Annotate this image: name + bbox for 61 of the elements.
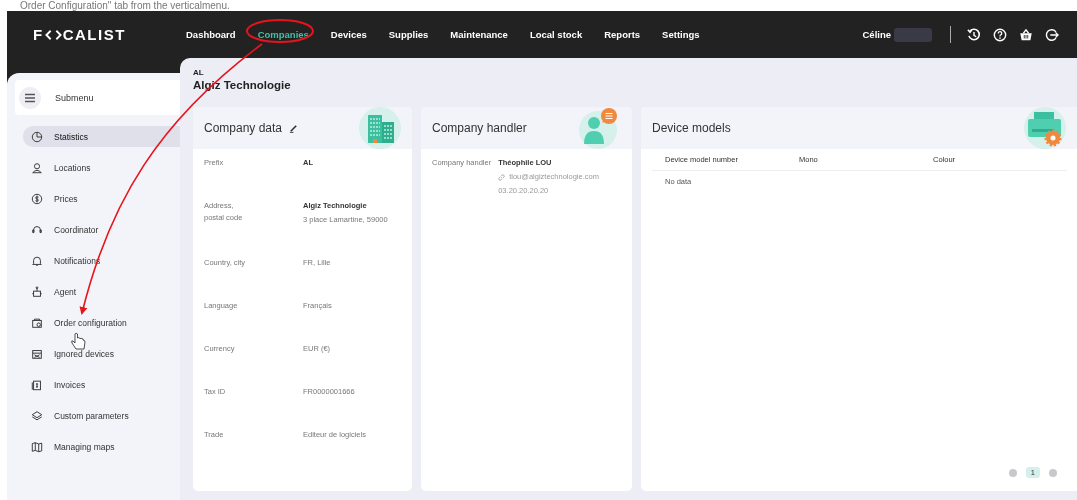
history-icon[interactable]	[967, 27, 981, 42]
menu-item-label: Agent	[54, 286, 77, 297]
sidebar-item[interactable]: Ignored devices	[23, 343, 180, 364]
nav-link[interactable]: Dashboard	[186, 26, 236, 43]
submenu-label: Submenu	[55, 92, 94, 103]
caption-text: Order Configuration" tab from the verticalmenu.	[19, 0, 231, 11]
menu-icon[interactable]	[19, 86, 41, 109]
menu-item-icon	[31, 316, 43, 329]
menu-item-icon	[31, 378, 43, 391]
link-icon	[498, 173, 506, 181]
edit-icon[interactable]	[289, 123, 299, 133]
help-icon[interactable]	[993, 27, 1007, 42]
menu-item-icon	[31, 130, 43, 143]
card-title: Company handler	[432, 121, 527, 135]
sidebar-item[interactable]: Locations	[23, 157, 180, 178]
menu-item-icon	[31, 440, 43, 453]
menu-item-label: Coordinator	[54, 224, 99, 235]
menu-item-label: Statistics	[54, 131, 88, 142]
menu-item-icon	[31, 223, 43, 236]
company-prefix: AL	[193, 68, 205, 77]
menu-item-label: Ignored devices	[54, 348, 114, 359]
card-title: Company data	[204, 121, 283, 135]
sidebar-item[interactable]: Prices	[23, 188, 180, 209]
hand-cursor-icon	[71, 332, 86, 350]
redacted-name	[894, 27, 932, 42]
nav-link[interactable]: Supplies	[388, 26, 429, 43]
logout-icon[interactable]	[1045, 27, 1059, 42]
menu-item-label: Locations	[54, 162, 91, 173]
menu-item-label: Prices	[54, 193, 78, 204]
menu-item-icon	[31, 285, 43, 298]
sidebar-item[interactable]: Managing maps	[23, 436, 180, 457]
sidebar-item[interactable]: Order configuration	[23, 312, 180, 333]
menu-item-label: Custom parameters	[54, 410, 129, 421]
menu-item-icon	[31, 192, 43, 205]
nav-link[interactable]: Devices	[330, 26, 367, 43]
menu-item-label: Managing maps	[54, 441, 115, 452]
nav-link[interactable]: Maintenance	[450, 26, 508, 43]
chevrons-icon	[44, 28, 62, 41]
logo-text: CALIST	[62, 26, 126, 43]
submenu-header[interactable]: Submenu	[15, 80, 180, 115]
nav-link[interactable]: Companies	[257, 26, 309, 43]
highlight-ellipse	[246, 19, 314, 43]
menu-item-icon	[31, 161, 43, 174]
nav-link[interactable]: Reports	[604, 26, 641, 43]
nav-link[interactable]: Settings	[662, 26, 700, 43]
sidebar-item[interactable]: Invoices	[23, 374, 180, 395]
menu-item-label: Invoices	[54, 379, 86, 390]
sidebar-item[interactable]: Custom parameters	[23, 405, 180, 426]
menu-item-icon	[31, 409, 43, 422]
sidebar-item[interactable]: Statistics	[23, 126, 180, 147]
menu-item-label: Order configuration	[54, 317, 127, 328]
user-name[interactable]: Céline	[862, 29, 891, 40]
sidebar-item[interactable]: Coordinator	[23, 219, 180, 240]
card-title: Device models	[652, 121, 731, 135]
sidebar-item[interactable]: Agent	[23, 281, 180, 302]
menu-item-icon	[31, 254, 43, 267]
basket-icon[interactable]	[1019, 27, 1033, 42]
menu-item-icon	[31, 347, 43, 360]
nav-link[interactable]: Local stock	[529, 26, 583, 43]
building-drawing	[358, 107, 402, 150]
logo-text: F	[33, 26, 44, 43]
